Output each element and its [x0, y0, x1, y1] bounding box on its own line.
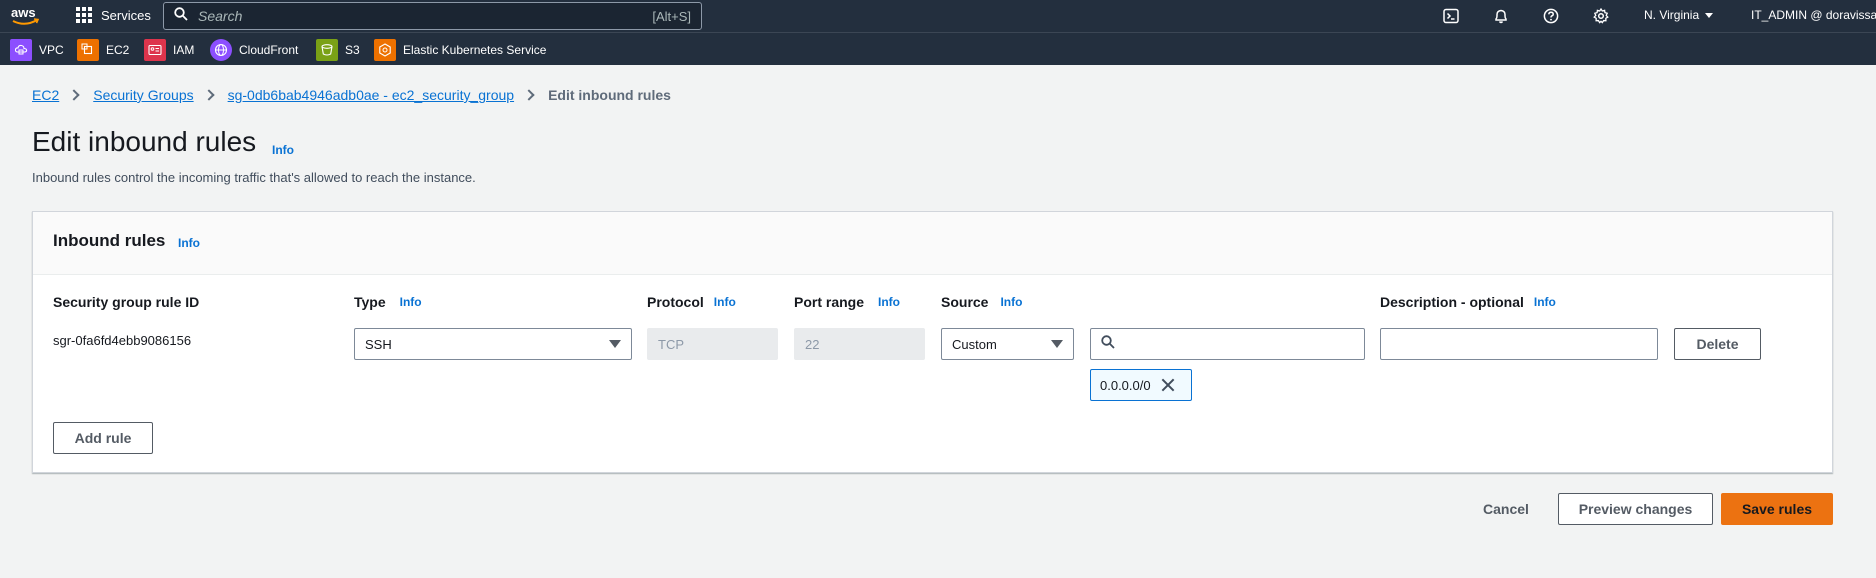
column-header-label: Source [941, 294, 989, 310]
region-label: N. Virginia [1644, 8, 1700, 22]
chevron-right-icon [202, 89, 215, 101]
favorite-label: CloudFront [239, 43, 299, 57]
account-menu[interactable]: IT_ADMIN @ doravissar [1751, 8, 1876, 22]
aws-logo-text: aws [11, 5, 36, 20]
panel-title: Inbound rules [53, 231, 166, 250]
column-header-type: Type Info [354, 294, 422, 310]
type-select-value: SSH [365, 336, 392, 352]
type-info-link[interactable]: Info [400, 295, 422, 309]
chevron-right-icon [523, 89, 535, 101]
gear-icon[interactable] [1592, 7, 1610, 25]
cancel-button[interactable]: Cancel [1470, 493, 1542, 525]
search-icon [174, 6, 188, 26]
type-select[interactable]: SSH [354, 328, 632, 360]
top-navigation: aws Services [Alt+S] N. Virginia IT_ADMI… [0, 0, 1876, 32]
aws-logo[interactable]: aws [10, 4, 42, 28]
chevron-right-icon [68, 89, 80, 101]
caret-down-icon [609, 340, 621, 348]
caret-down-icon [1051, 340, 1063, 348]
panel-info-link[interactable]: Info [178, 236, 200, 250]
s3-icon [316, 39, 338, 61]
search-bar[interactable]: [Alt+S] [163, 2, 702, 30]
breadcrumb-security-groups[interactable]: Security Groups [93, 87, 193, 103]
favorite-label: EC2 [106, 43, 130, 57]
favorite-label: IAM [173, 43, 195, 57]
protocol-field: TCP [647, 328, 778, 360]
cloudfront-icon [210, 39, 232, 61]
panel-header: Inbound rules Info [33, 212, 1832, 275]
breadcrumb-current: Edit inbound rules [548, 87, 671, 103]
eks-icon [374, 39, 396, 61]
cidr-token: 0.0.0.0/0 [1090, 369, 1192, 401]
cidr-token-label: 0.0.0.0/0 [1100, 377, 1151, 393]
description-field[interactable] [1380, 328, 1658, 360]
add-rule-button[interactable]: Add rule [53, 422, 153, 454]
column-header-label: Security group rule ID [53, 294, 200, 310]
favorite-label: S3 [345, 43, 360, 57]
save-rules-button[interactable]: Save rules [1721, 493, 1833, 525]
column-header-rule-id: Security group rule ID [53, 294, 199, 310]
search-shortcut-hint: [Alt+S] [652, 8, 691, 24]
caret-down-icon [1705, 12, 1714, 18]
column-header-label: Protocol [647, 294, 704, 310]
search-icon [1101, 334, 1115, 354]
favorite-cloudfront[interactable]: CloudFront [210, 39, 298, 61]
bell-icon[interactable] [1492, 7, 1510, 25]
column-header-label: Description - optional [1380, 294, 1524, 310]
delete-rule-button[interactable]: Delete [1674, 328, 1761, 360]
favorite-ec2[interactable]: EC2 [77, 39, 129, 61]
search-input[interactable] [198, 8, 653, 24]
column-header-protocol: Protocol Info [647, 294, 736, 310]
port-range-field: 22 [794, 328, 925, 360]
grid-icon [75, 6, 93, 24]
rule-id-value: sgr-0fa6fd4ebb9086156 [53, 333, 192, 348]
breadcrumb-ec2[interactable]: EC2 [32, 87, 59, 103]
column-header-port-range: Port range Info [794, 294, 900, 310]
page-description: Inbound rules control the incoming traff… [32, 170, 476, 185]
breadcrumb: EC2 Security Groups sg-0db6bab4946adb0ae… [32, 87, 671, 103]
preview-changes-button[interactable]: Preview changes [1558, 493, 1713, 525]
iam-icon [144, 39, 166, 61]
description-input[interactable] [1391, 336, 1647, 352]
page-title: Edit inbound rules [32, 126, 257, 157]
inbound-rules-panel: Inbound rules Info Security group rule I… [32, 211, 1833, 473]
source-select-value: Custom [952, 336, 997, 352]
vpc-icon [10, 39, 32, 61]
cloudshell-icon[interactable] [1442, 7, 1460, 25]
breadcrumb-security-group[interactable]: sg-0db6bab4946adb0ae - ec2_security_grou… [228, 87, 514, 103]
source-select[interactable]: Custom [941, 328, 1074, 360]
favorite-label: Elastic Kubernetes Service [403, 43, 547, 57]
favorite-vpc[interactable]: VPC [10, 39, 64, 61]
column-header-source: Source Info [941, 294, 1022, 310]
column-header-description: Description - optional Info [1380, 294, 1556, 310]
column-header-label: Type [354, 294, 386, 310]
source-cidr-input[interactable] [1123, 336, 1354, 352]
favorite-s3[interactable]: S3 [316, 39, 360, 61]
protocol-info-link[interactable]: Info [714, 295, 736, 309]
port-range-info-link[interactable]: Info [878, 295, 900, 309]
page-info-link[interactable]: Info [272, 143, 294, 157]
services-label: Services [101, 7, 151, 23]
favorite-iam[interactable]: IAM [144, 39, 194, 61]
close-icon[interactable] [1161, 378, 1175, 392]
favorites-bar: VPC EC2 IAM CloudFront S3 Elastic Kubern… [0, 32, 1876, 65]
help-icon[interactable] [1542, 7, 1560, 25]
ec2-icon [77, 39, 99, 61]
favorite-eks[interactable]: Elastic Kubernetes Service [374, 39, 546, 61]
services-menu-button[interactable]: Services [75, 6, 151, 24]
description-info-link[interactable]: Info [1534, 295, 1556, 309]
region-selector[interactable]: N. Virginia [1644, 8, 1714, 22]
favorite-label: VPC [39, 43, 64, 57]
source-info-link[interactable]: Info [1000, 295, 1022, 309]
column-header-label: Port range [794, 294, 865, 310]
source-cidr-search[interactable] [1090, 328, 1365, 360]
